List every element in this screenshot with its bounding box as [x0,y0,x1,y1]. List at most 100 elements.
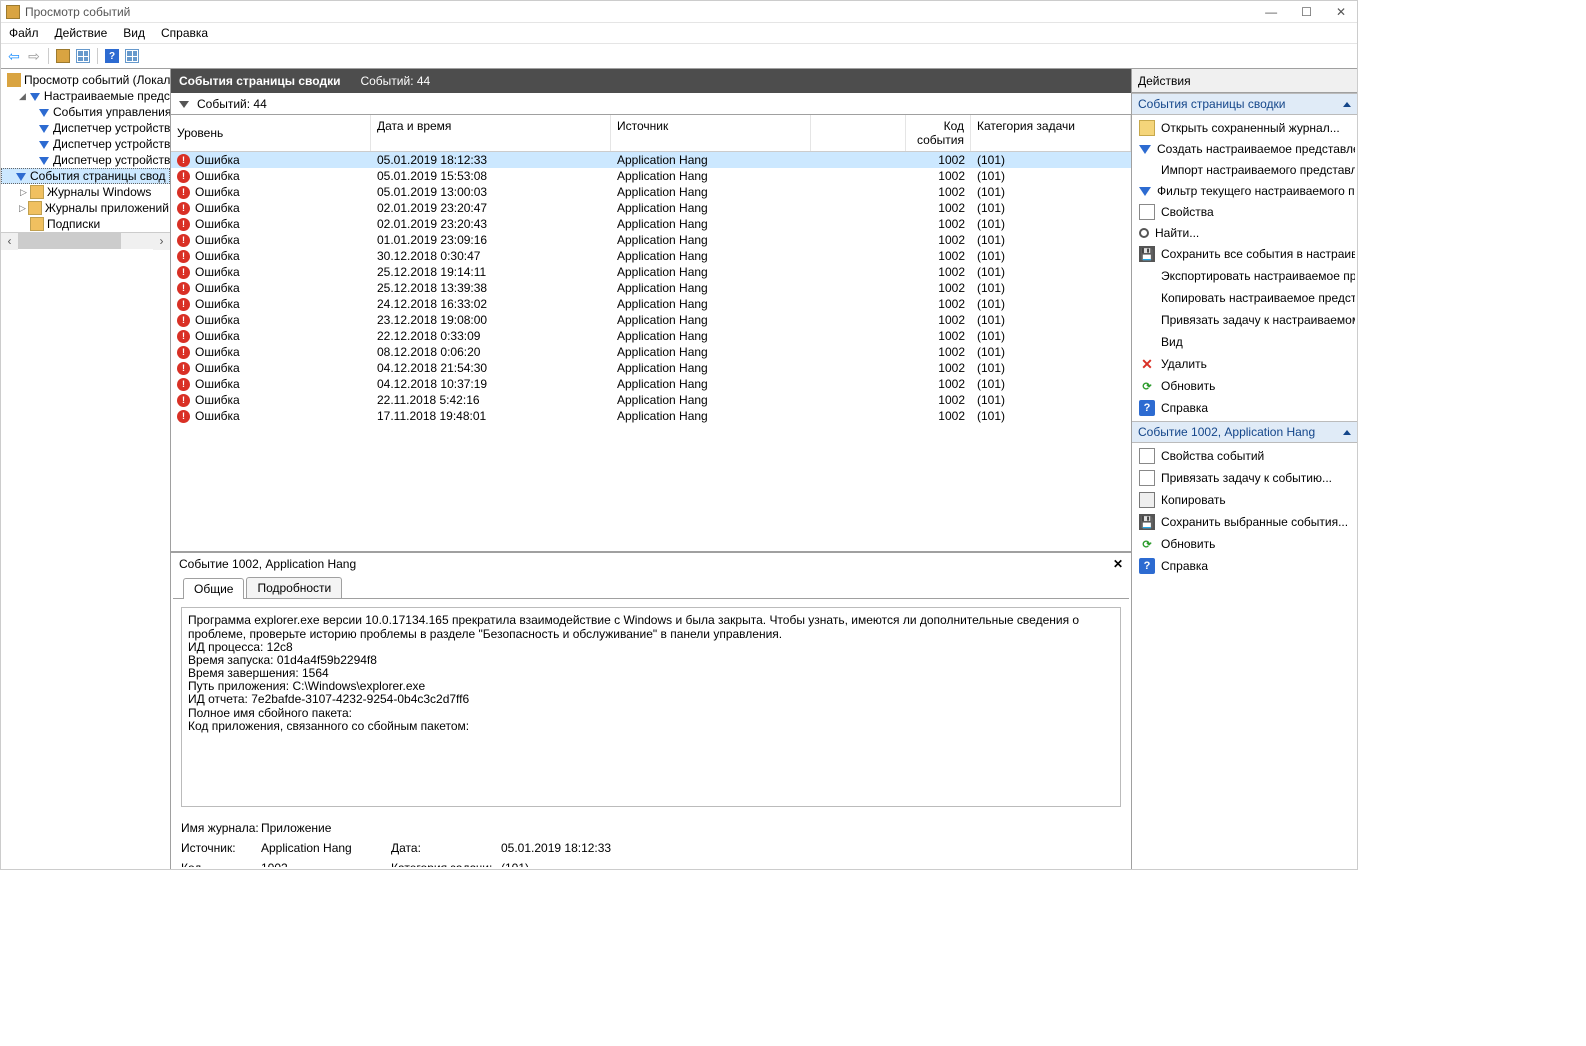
event-row[interactable]: !Ошибка23.12.2018 19:08:00Application Ha… [171,312,1131,328]
action-section-header[interactable]: Событие 1002, Application Hang [1132,421,1357,443]
event-row[interactable]: !Ошибка05.01.2019 13:00:03Application Ha… [171,184,1131,200]
collapse-icon [1343,430,1351,435]
action-item[interactable]: Копировать настраиваемое представле... [1134,287,1355,309]
find-icon [1139,228,1149,238]
event-row[interactable]: !Ошибка22.11.2018 5:42:16Application Han… [171,392,1131,408]
menu-bar: Файл Действие Вид Справка [1,23,1357,43]
action-item[interactable]: Свойства событий [1134,445,1355,467]
event-row[interactable]: !Ошибка04.12.2018 10:37:19Application Ha… [171,376,1131,392]
tree-scrollbar[interactable]: ‹› [1,232,170,249]
filter-row: Событий: 44 [171,93,1131,115]
error-icon: ! [177,314,190,327]
event-row[interactable]: !Ошибка05.01.2019 18:12:33Application Ha… [171,152,1131,168]
tab-general[interactable]: Общие [183,578,244,599]
minimize-button[interactable]: — [1259,5,1283,19]
event-row[interactable]: !Ошибка24.12.2018 16:33:02Application Ha… [171,296,1131,312]
menu-file[interactable]: Файл [9,26,39,40]
props-icon [1139,204,1155,220]
collapse-icon [1343,102,1351,107]
save-icon: 💾 [1139,246,1155,262]
blank-icon [1139,334,1155,350]
tree-item[interactable]: События управления [1,104,170,120]
action-item[interactable]: Импорт настраиваемого представления [1134,159,1355,181]
event-header: Уровень Дата и время Источник Код событи… [171,115,1131,152]
toolbar-help-icon[interactable]: ? [104,48,120,64]
action-item[interactable]: 💾Сохранить все события в настраивае... [1134,243,1355,265]
tree-item[interactable]: Диспетчер устройств - k [1,120,170,136]
toolbar-grid-icon[interactable] [75,48,91,64]
action-item[interactable]: ✕Удалить [1134,353,1355,375]
toolbar-folder-icon[interactable] [55,48,71,64]
tab-details[interactable]: Подробности [246,577,342,598]
error-icon: ! [177,202,190,215]
action-section-header[interactable]: События страницы сводки [1132,93,1357,115]
menu-help[interactable]: Справка [161,26,208,40]
action-item[interactable]: Фильтр текущего настраиваемого пре... [1134,181,1355,201]
event-row[interactable]: !Ошибка02.01.2019 23:20:43Application Ha… [171,216,1131,232]
copy-icon [1139,492,1155,508]
action-item[interactable]: Найти... [1134,223,1355,243]
action-item[interactable]: Экспортировать настраиваемое предст... [1134,265,1355,287]
event-row[interactable]: !Ошибка25.12.2018 19:14:11Application Ha… [171,264,1131,280]
col-source[interactable]: Источник [611,115,811,151]
action-item[interactable]: Создать настраиваемое представление... [1134,139,1355,159]
tree-item[interactable]: Просмотр событий (Локальны [1,72,170,88]
action-item[interactable]: ?Справка [1134,555,1355,577]
col-date[interactable]: Дата и время [371,115,611,151]
error-icon: ! [177,154,190,167]
del-icon: ✕ [1139,356,1155,372]
tree-panel: Просмотр событий (Локальны◢Настраиваемые… [1,69,171,869]
event-row[interactable]: !Ошибка30.12.2018 0:30:47Application Han… [171,248,1131,264]
actions-header: Действия [1132,69,1357,93]
filter-icon [16,173,26,181]
col-category[interactable]: Категория задачи [971,115,1131,151]
event-row[interactable]: !Ошибка08.12.2018 0:06:20Application Han… [171,344,1131,360]
tree-item[interactable]: Диспетчер устройств - У [1,152,170,168]
filter-icon [30,93,40,101]
action-item[interactable]: ?Справка [1134,397,1355,419]
action-item[interactable]: Вид [1134,331,1355,353]
action-item[interactable]: Привязать задачу к настраиваемому п... [1134,309,1355,331]
event-list[interactable]: Уровень Дата и время Источник Код событи… [171,115,1131,553]
back-button[interactable] [6,48,22,64]
detail-close-icon[interactable]: ✕ [1113,557,1123,571]
event-row[interactable]: !Ошибка22.12.2018 0:33:09Application Han… [171,328,1131,344]
event-row[interactable]: !Ошибка17.11.2018 19:48:01Application Ha… [171,408,1131,424]
detail-text: Программа explorer.exe версии 10.0.17134… [181,607,1121,807]
event-row[interactable]: !Ошибка01.01.2019 23:09:16Application Ha… [171,232,1131,248]
open-icon [1139,120,1155,136]
menu-view[interactable]: Вид [123,26,145,40]
error-icon: ! [177,266,190,279]
event-row[interactable]: !Ошибка02.01.2019 23:20:47Application Ha… [171,200,1131,216]
tree-item[interactable]: Диспетчер устройств - У [1,136,170,152]
blank-icon [1139,162,1155,178]
menu-action[interactable]: Действие [55,26,108,40]
event-row[interactable]: !Ошибка05.01.2019 15:53:08Application Ha… [171,168,1131,184]
error-icon: ! [177,170,190,183]
filter-icon [39,157,49,165]
app-icon [6,5,20,19]
tree-item[interactable]: ▷Журналы Windows [1,184,170,200]
forward-button[interactable] [26,48,42,64]
maximize-button[interactable]: ☐ [1295,5,1318,19]
event-row[interactable]: !Ошибка25.12.2018 13:39:38Application Ha… [171,280,1131,296]
tree-item[interactable]: События страницы свод [1,168,170,184]
action-item[interactable]: Копировать [1134,489,1355,511]
toolbar: ? [1,43,1357,69]
action-item[interactable]: Привязать задачу к событию... [1134,467,1355,489]
toolbar-grid2-icon[interactable] [124,48,140,64]
tree-item[interactable]: ▷Журналы приложений и сл [1,200,170,216]
col-level[interactable]: Уровень [171,115,371,151]
action-item[interactable]: ⟳Обновить [1134,375,1355,397]
event-row[interactable]: !Ошибка04.12.2018 21:54:30Application Ha… [171,360,1131,376]
action-item[interactable]: Открыть сохраненный журнал... [1134,117,1355,139]
filter-icon [39,109,49,117]
action-item[interactable]: 💾Сохранить выбранные события... [1134,511,1355,533]
tree-item[interactable]: Подписки [1,216,170,232]
close-button[interactable]: ✕ [1330,5,1352,19]
tree-item[interactable]: ◢Настраиваемые представле [1,88,170,104]
action-item[interactable]: ⟳Обновить [1134,533,1355,555]
action-item[interactable]: Свойства [1134,201,1355,223]
col-eventid[interactable]: Код события [906,115,971,151]
detail-tabs: Общие Подробности [173,573,1129,599]
